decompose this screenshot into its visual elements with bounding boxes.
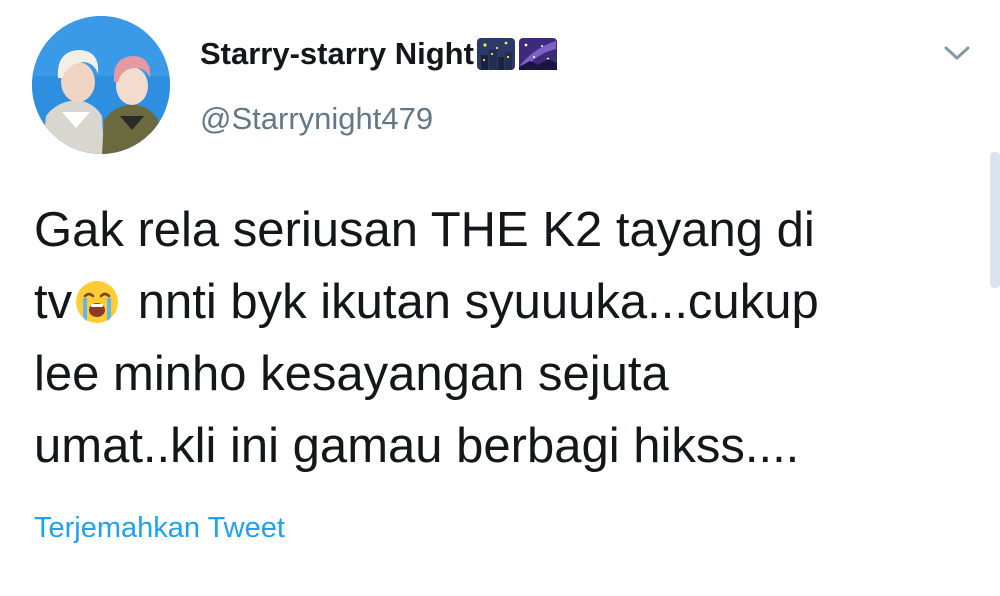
tweet-line-2-end: nnti byk ikutan syuuuka...cukup [124, 275, 819, 329]
night-with-stars-emoji [476, 37, 516, 71]
tweet-line-2-start: tv [34, 275, 73, 329]
scrollbar[interactable] [990, 152, 1000, 288]
user-handle[interactable]: @Starrynight479 [200, 101, 433, 137]
chevron-down-icon[interactable] [940, 40, 974, 66]
avatar[interactable] [32, 16, 170, 154]
tweet-text: Gak rela seriusan THE K2 tayang di tv nn… [34, 194, 974, 482]
tweet-line-2: tv nnti byk ikutan syuuuka...cukup [34, 266, 974, 338]
tweet-card: Starry-starry Night @Starrynight479 Gak … [0, 0, 1000, 596]
display-name-text: Starry-starry Night [200, 36, 474, 71]
display-name[interactable]: Starry-starry Night [200, 36, 558, 72]
tweet-line-3: lee minho kesayangan sejuta [34, 347, 669, 401]
translate-tweet-link[interactable]: Terjemahkan Tweet [34, 512, 285, 545]
tweet-line-4: umat..kli ini gamau berbagi hikss.... [34, 419, 800, 473]
tweet-line-1: Gak rela seriusan THE K2 tayang di [34, 203, 815, 257]
loudly-crying-face-emoji [74, 279, 120, 325]
milky-way-emoji [518, 37, 558, 71]
